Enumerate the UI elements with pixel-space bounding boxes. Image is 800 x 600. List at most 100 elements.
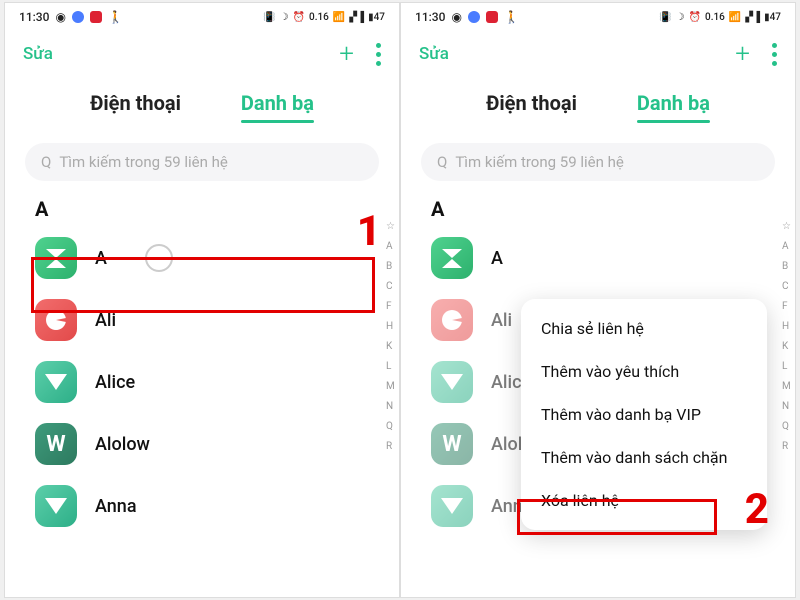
index-letter[interactable]: C (782, 281, 791, 292)
status-app-icon (90, 11, 102, 23)
vibrate-icon: 📳 (659, 12, 671, 23)
contact-name: Ali (491, 310, 512, 331)
edit-button[interactable]: Sửa (419, 44, 449, 64)
contact-row[interactable]: Anna (5, 475, 399, 537)
contact-row[interactable]: Alice (5, 351, 399, 413)
contact-name: A (95, 248, 107, 269)
contact-name: Anna (95, 496, 137, 517)
index-letter[interactable]: H (782, 321, 791, 332)
search-placeholder: Tìm kiếm trong 59 liên hệ (59, 153, 228, 171)
more-menu-button[interactable] (376, 43, 381, 66)
contact-list[interactable]: A Ali Alice Alolow Anna (5, 227, 399, 537)
contact-avatar (431, 485, 473, 527)
tab-phone[interactable]: Điện thoại (486, 91, 577, 121)
tab-phone[interactable]: Điện thoại (90, 91, 181, 121)
menu-item-favorite[interactable]: Thêm vào yêu thích (521, 350, 767, 393)
contact-avatar (35, 237, 77, 279)
index-letter[interactable]: F (386, 301, 395, 312)
section-header-a: A (401, 193, 795, 227)
search-placeholder: Tìm kiếm trong 59 liên hệ (455, 153, 624, 171)
index-letter[interactable]: R (386, 441, 395, 452)
accessibility-icon: 🚶 (108, 10, 123, 24)
contact-row[interactable]: Alolow (5, 413, 399, 475)
index-letter[interactable]: C (386, 281, 395, 292)
status-bar: 11:30 ◉ 🚶 📳 ☽ ⏰ 0.16 📶 ▞▐ ▮47 (401, 3, 795, 31)
status-time: 11:30 (19, 10, 49, 24)
search-input[interactable]: Q Tìm kiếm trong 59 liên hệ (421, 143, 775, 181)
contact-row[interactable]: A (5, 227, 399, 289)
menu-item-block[interactable]: Thêm vào danh sách chặn (521, 436, 767, 479)
contact-name: Alice (95, 372, 135, 393)
tab-contacts[interactable]: Danh bạ (637, 91, 710, 121)
index-letter[interactable]: Q (782, 421, 791, 432)
menu-item-share[interactable]: Chia sẻ liên hệ (521, 307, 767, 350)
alpha-index[interactable]: ☆ A B C F H K L M N Q R (386, 221, 395, 452)
index-letter[interactable]: A (386, 241, 395, 252)
index-letter[interactable]: M (782, 381, 791, 392)
status-bar: 11:30 ◉ 🚶 📳 ☽ ⏰ 0.16 📶 ▞▐ ▮47 (5, 3, 399, 31)
more-menu-button[interactable] (772, 43, 777, 66)
edit-button[interactable]: Sửa (23, 44, 53, 64)
contact-avatar (35, 485, 77, 527)
contact-avatar (35, 299, 77, 341)
index-letter[interactable]: L (386, 361, 395, 372)
signal-icon: ▞▐ (349, 12, 364, 23)
accessibility-icon: 🚶 (504, 10, 519, 24)
search-input[interactable]: Q Tìm kiếm trong 59 liên hệ (25, 143, 379, 181)
search-icon: Q (437, 153, 447, 171)
phone-frame-2: 11:30 ◉ 🚶 📳 ☽ ⏰ 0.16 📶 ▞▐ ▮47 Sửa + (400, 2, 796, 598)
dnd-icon: ☽ (676, 12, 685, 23)
index-letter[interactable]: R (782, 441, 791, 452)
status-app-icon: ◉ (451, 10, 461, 24)
header: Sửa + (401, 31, 795, 73)
status-app-icon (486, 11, 498, 23)
context-menu: Chia sẻ liên hệ Thêm vào yêu thích Thêm … (521, 299, 767, 530)
tab-bar: Điện thoại Danh bạ (5, 73, 399, 129)
index-letter[interactable]: Q (386, 421, 395, 432)
status-app-icon: ◉ (55, 10, 65, 24)
status-app-icon (468, 11, 480, 23)
index-letter[interactable]: H (386, 321, 395, 332)
contact-avatar (431, 361, 473, 403)
alarm-icon: ⏰ (293, 12, 305, 23)
index-letter[interactable]: N (782, 401, 791, 412)
wifi-icon: 📶 (729, 12, 741, 23)
index-letter[interactable]: B (782, 261, 791, 272)
index-letter[interactable]: B (386, 261, 395, 272)
index-letter[interactable]: A (782, 241, 791, 252)
contact-row[interactable]: A (401, 227, 795, 289)
status-app-icon (72, 11, 84, 23)
menu-item-vip[interactable]: Thêm vào danh bạ VIP (521, 393, 767, 436)
tab-contacts[interactable]: Danh bạ (241, 91, 314, 121)
dnd-icon: ☽ (280, 12, 289, 23)
contact-name: A (491, 248, 503, 269)
battery-icon: ▮47 (764, 12, 781, 23)
contact-avatar (431, 423, 473, 465)
index-star[interactable]: ☆ (386, 221, 395, 232)
contact-avatar (431, 237, 473, 279)
alpha-index[interactable]: ☆ A B C F H K L M N Q R (782, 221, 791, 452)
menu-item-delete[interactable]: Xóa liên hệ (521, 479, 767, 522)
index-letter[interactable]: F (782, 301, 791, 312)
search-icon: Q (41, 153, 51, 171)
contact-name: Alolow (95, 434, 150, 455)
contact-avatar (431, 299, 473, 341)
index-star[interactable]: ☆ (782, 221, 791, 232)
alarm-icon: ⏰ (689, 12, 701, 23)
vibrate-icon: 📳 (263, 12, 275, 23)
net-speed: 0.16 (705, 12, 725, 23)
index-letter[interactable]: K (782, 341, 791, 352)
phone-frame-1: 11:30 ◉ 🚶 📳 ☽ ⏰ 0.16 📶 ▞▐ ▮47 Sửa + (4, 2, 400, 598)
contact-name: Ali (95, 310, 116, 331)
index-letter[interactable]: M (386, 381, 395, 392)
status-time: 11:30 (415, 10, 445, 24)
add-contact-button[interactable]: + (339, 41, 354, 67)
index-letter[interactable]: K (386, 341, 395, 352)
tutorial-container: 11:30 ◉ 🚶 📳 ☽ ⏰ 0.16 📶 ▞▐ ▮47 Sửa + (0, 0, 800, 600)
contact-row[interactable]: Ali (5, 289, 399, 351)
contact-avatar (35, 361, 77, 403)
index-letter[interactable]: L (782, 361, 791, 372)
add-contact-button[interactable]: + (735, 41, 750, 67)
index-letter[interactable]: N (386, 401, 395, 412)
contact-avatar (35, 423, 77, 465)
